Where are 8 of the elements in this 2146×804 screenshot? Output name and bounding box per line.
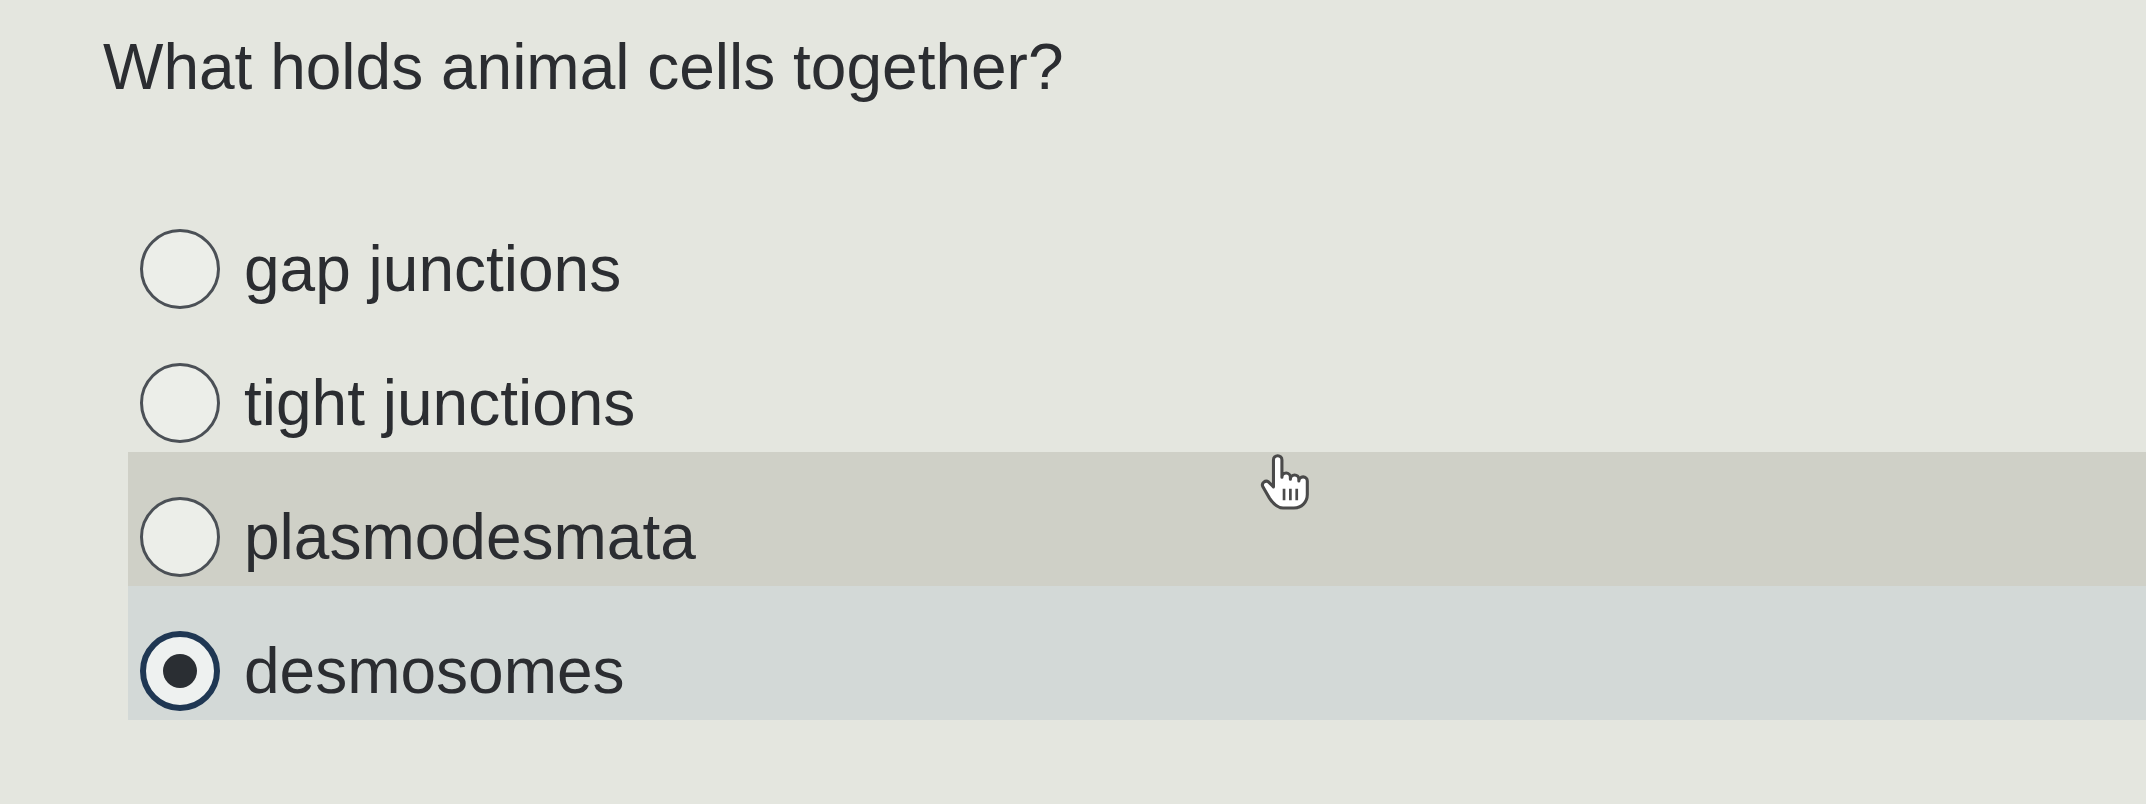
question-text: What holds animal cells together? (103, 31, 1064, 103)
option-label: plasmodesmata (244, 500, 696, 575)
hand-cursor-icon (1260, 454, 1310, 512)
option-label: desmosomes (244, 634, 625, 709)
option-label: tight junctions (244, 366, 636, 441)
option-label: gap junctions (244, 232, 622, 307)
answer-option[interactable]: plasmodesmata (128, 452, 2146, 586)
answer-option[interactable]: desmosomes (128, 586, 2146, 720)
